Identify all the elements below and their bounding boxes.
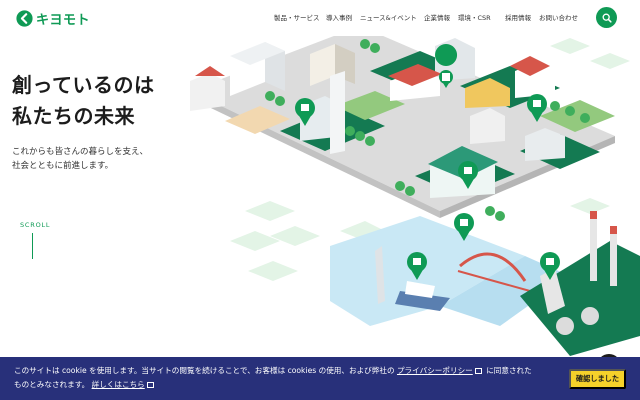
cookie-message: このサイトは cookie を使用します。当サイトの閲覧を続けることで、お客様は… [14, 364, 564, 391]
cookie-consent-bar: このサイトは cookie を使用します。当サイトの閲覧を続けることで、お客様は… [0, 357, 640, 400]
nav-products[interactable]: 製品・サービス [274, 12, 320, 22]
cookie-accept-button[interactable]: 確認しました [569, 369, 626, 389]
hero-sub-line1: これからも皆さんの暮らしを支え、 [12, 147, 149, 157]
cookie-text-3: ものとみなされます。 [14, 379, 90, 389]
hero-subtitle: これからも皆さんの暮らしを支え、 社会とともに前進します。 [12, 145, 182, 173]
hero-title-line1: 創っているのは [12, 73, 155, 97]
search-icon [602, 13, 612, 23]
cookie-text-2: に同意された [486, 366, 532, 375]
hero-title-line2: 私たちの未来 [12, 104, 135, 128]
city-illustration [190, 36, 640, 356]
scroll-indicator-line [32, 233, 33, 259]
nav-contact[interactable]: お問い合わせ [539, 12, 578, 22]
scroll-indicator-label[interactable]: SCROLL [20, 221, 50, 229]
hero-sub-line2: 社会とともに前進します。 [12, 161, 114, 171]
cookie-text-1: このサイトは cookie を使用します。当サイトの閲覧を続けることで、お客様は… [14, 366, 395, 375]
logo-mark-icon [16, 10, 33, 27]
external-link-icon [146, 381, 154, 388]
cookie-details-link[interactable]: 詳しくはこちら [92, 380, 145, 389]
nav-case-studies[interactable]: 導入事例 [326, 12, 352, 22]
nav-environment-csr[interactable]: 環境・CSR [458, 12, 491, 22]
nav-company[interactable]: 企業情報 [424, 12, 450, 22]
nav-news-events[interactable]: ニュース&イベント [360, 12, 417, 22]
site-header: キヨモト 製品・サービス 導入事例 ニュース&イベント 企業情報 環境・CSR … [0, 0, 640, 36]
brand-name: キヨモト [36, 13, 91, 28]
brand-logo[interactable]: キヨモト [16, 9, 90, 28]
external-link-icon [474, 368, 482, 374]
nav-recruit[interactable]: 採用情報 [505, 12, 531, 22]
search-button[interactable] [596, 7, 617, 28]
privacy-policy-link[interactable]: プライバシーポリシー [397, 366, 473, 375]
page: キヨモト 製品・サービス 導入事例 ニュース&イベント 企業情報 環境・CSR … [0, 0, 640, 400]
